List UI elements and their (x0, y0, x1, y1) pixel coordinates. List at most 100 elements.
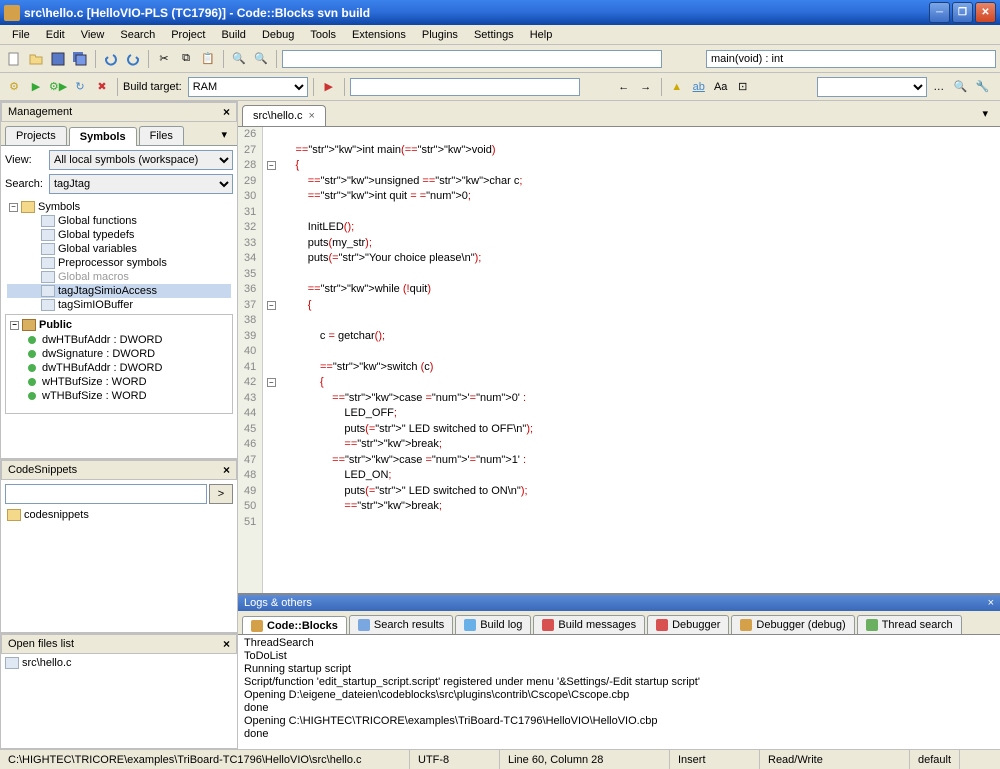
log-line: done (244, 702, 994, 715)
tab-projects[interactable]: Projects (5, 126, 67, 145)
build-button[interactable]: ⚙ (4, 77, 24, 97)
logs-tab-build-messages[interactable]: Build messages (533, 615, 645, 634)
build-run-button[interactable]: ⚙▶ (48, 77, 68, 97)
collapse-icon[interactable]: − (9, 203, 18, 212)
logs-tab-build-log[interactable]: Build log (455, 615, 531, 634)
view-select[interactable]: All local symbols (workspace) (49, 150, 233, 170)
run-button[interactable]: ▶ (26, 77, 46, 97)
debug-start-button[interactable]: ▶ (319, 77, 339, 97)
cut-button[interactable]: ✂ (154, 49, 174, 69)
find-button[interactable]: 🔍 (229, 49, 249, 69)
menu-edit[interactable]: Edit (38, 27, 73, 43)
close-button[interactable]: ✕ (975, 2, 996, 23)
logs-tab-search-results[interactable]: Search results (349, 615, 453, 634)
symbol-item[interactable]: Global functions (7, 214, 231, 228)
editor-tab-hello[interactable]: src\hello.c × (242, 105, 326, 126)
symbol-item[interactable]: tagJtagSimioAccess (7, 284, 231, 298)
logs-output[interactable]: ThreadSearchToDoListRunning startup scri… (238, 635, 1000, 749)
options-button[interactable]: … (929, 77, 949, 97)
menu-file[interactable]: File (4, 27, 38, 43)
maximize-button[interactable]: ❐ (952, 2, 973, 23)
logs-close-button[interactable]: × (988, 597, 994, 609)
logs-panel: Logs & others × Code::BlocksSearch resul… (238, 593, 1000, 749)
redo-button[interactable] (123, 49, 143, 69)
member-icon (28, 392, 36, 400)
log-line: Script/function 'edit_startup_script.scr… (244, 676, 994, 689)
goto-input[interactable] (282, 50, 662, 68)
fold-gutter[interactable]: −−− (263, 127, 279, 593)
management-close-button[interactable]: × (223, 105, 230, 119)
folder-icon (7, 509, 21, 521)
editor-tab-menu[interactable]: ▾ (974, 105, 996, 126)
snippets-root[interactable]: codesnippets (5, 508, 233, 522)
search-toolbar-input[interactable] (350, 78, 580, 96)
open-file-item[interactable]: src\hello.c (3, 656, 235, 670)
tab-symbols[interactable]: Symbols (69, 127, 137, 146)
symbols-root[interactable]: − Symbols (7, 200, 231, 214)
snippet-search-button[interactable]: > (209, 484, 233, 504)
logs-tab-thread-search[interactable]: Thread search (857, 615, 962, 634)
log-line: ThreadSearch (244, 637, 994, 650)
highlight-button[interactable]: ▲ (667, 77, 687, 97)
undo-button[interactable] (101, 49, 121, 69)
tab-close-button[interactable]: × (309, 110, 315, 122)
symbol-item[interactable]: Global variables (7, 242, 231, 256)
select-button[interactable]: ab (689, 77, 709, 97)
logs-tab-code-blocks[interactable]: Code::Blocks (242, 616, 347, 635)
menu-extensions[interactable]: Extensions (344, 27, 414, 43)
public-member[interactable]: dwHTBufAddr : DWORD (8, 333, 230, 347)
status-profile: default (910, 750, 960, 769)
openfiles-close-button[interactable]: × (223, 637, 230, 651)
copy-button[interactable]: ⧉ (176, 49, 196, 69)
tab-files[interactable]: Files (139, 126, 184, 145)
snippet-search-input[interactable] (5, 484, 207, 504)
public-member[interactable]: dwSignature : DWORD (8, 347, 230, 361)
function-hint-field[interactable] (706, 50, 996, 68)
symbols-tree: − Symbols Global functionsGlobal typedef… (5, 198, 233, 314)
public-member[interactable]: dwTHBufAddr : DWORD (8, 361, 230, 375)
replace-button[interactable]: 🔍 (251, 49, 271, 69)
open-button[interactable] (26, 49, 46, 69)
nav-back-button[interactable]: ← (614, 77, 634, 97)
public-member[interactable]: wTHBufSize : WORD (8, 389, 230, 403)
regex-button[interactable]: ⊡ (733, 77, 753, 97)
build-target-select[interactable]: RAM (188, 77, 308, 97)
logs-tab-debugger[interactable]: Debugger (647, 615, 729, 634)
new-file-button[interactable] (4, 49, 24, 69)
tab-icon (542, 619, 554, 631)
symbol-item[interactable]: Global macros (7, 270, 231, 284)
public-member[interactable]: wHTBufSize : WORD (8, 375, 230, 389)
save-all-button[interactable] (70, 49, 90, 69)
wrench-button[interactable]: 🔧 (973, 77, 993, 97)
menu-search[interactable]: Search (112, 27, 163, 43)
menu-plugins[interactable]: Plugins (414, 27, 466, 43)
menu-settings[interactable]: Settings (466, 27, 522, 43)
menu-build[interactable]: Build (213, 27, 253, 43)
extra-select[interactable] (817, 77, 927, 97)
menu-view[interactable]: View (73, 27, 113, 43)
symbol-item[interactable]: Global typedefs (7, 228, 231, 242)
nav-forward-button[interactable]: → (636, 77, 656, 97)
paste-button[interactable]: 📋 (198, 49, 218, 69)
app-icon (4, 5, 20, 21)
logs-tab-debugger-debug-[interactable]: Debugger (debug) (731, 615, 854, 634)
symbol-icon (41, 257, 55, 269)
minimize-button[interactable]: ─ (929, 2, 950, 23)
public-header[interactable]: − Public (8, 317, 230, 333)
menu-debug[interactable]: Debug (254, 27, 302, 43)
symbol-search-input[interactable]: tagJtag (49, 174, 233, 194)
case-button[interactable]: Aa (711, 77, 731, 97)
code-editor[interactable]: 2627282930313233343536373839404142434445… (238, 127, 1000, 593)
symbol-item[interactable]: Preprocessor symbols (7, 256, 231, 270)
tab-menu-button[interactable]: ▾ (215, 126, 233, 145)
menu-tools[interactable]: Tools (302, 27, 344, 43)
collapse-icon[interactable]: − (10, 321, 19, 330)
menu-help[interactable]: Help (522, 27, 561, 43)
rebuild-button[interactable]: ↻ (70, 77, 90, 97)
menu-project[interactable]: Project (163, 27, 213, 43)
symbol-item[interactable]: tagSimIOBuffer (7, 298, 231, 312)
abort-button[interactable]: ✖ (92, 77, 112, 97)
search-go-button[interactable]: 🔍 (951, 77, 971, 97)
snippets-close-button[interactable]: × (223, 463, 230, 477)
save-button[interactable] (48, 49, 68, 69)
